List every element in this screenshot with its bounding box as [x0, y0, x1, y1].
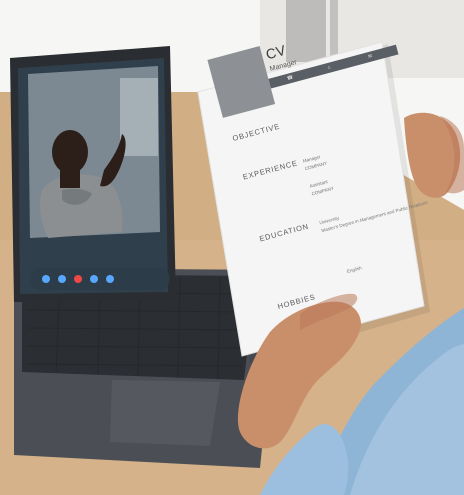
cv-section-objective: OBJECTIVE [231, 121, 282, 143]
cv-section-hobbies: HOBBIES [276, 292, 317, 312]
cv-photo [207, 45, 276, 118]
video-icon [58, 275, 66, 283]
photo-scene: CV Manager ☎ ⌂ ✉ OBJECTIVE EXPERIENCE Ma… [0, 0, 464, 495]
video-call-screen [24, 64, 176, 300]
chat-icon [90, 275, 98, 283]
cv-section-experience: EXPERIENCE [241, 158, 299, 182]
more-icon [106, 275, 114, 283]
video-call-overlay [30, 268, 170, 290]
cv-skill-english: English [346, 265, 363, 274]
mic-icon [42, 275, 50, 283]
cv-section-education: EDUCATION [258, 221, 310, 244]
end-call-icon [74, 275, 82, 283]
cv-title: CV [263, 41, 288, 63]
